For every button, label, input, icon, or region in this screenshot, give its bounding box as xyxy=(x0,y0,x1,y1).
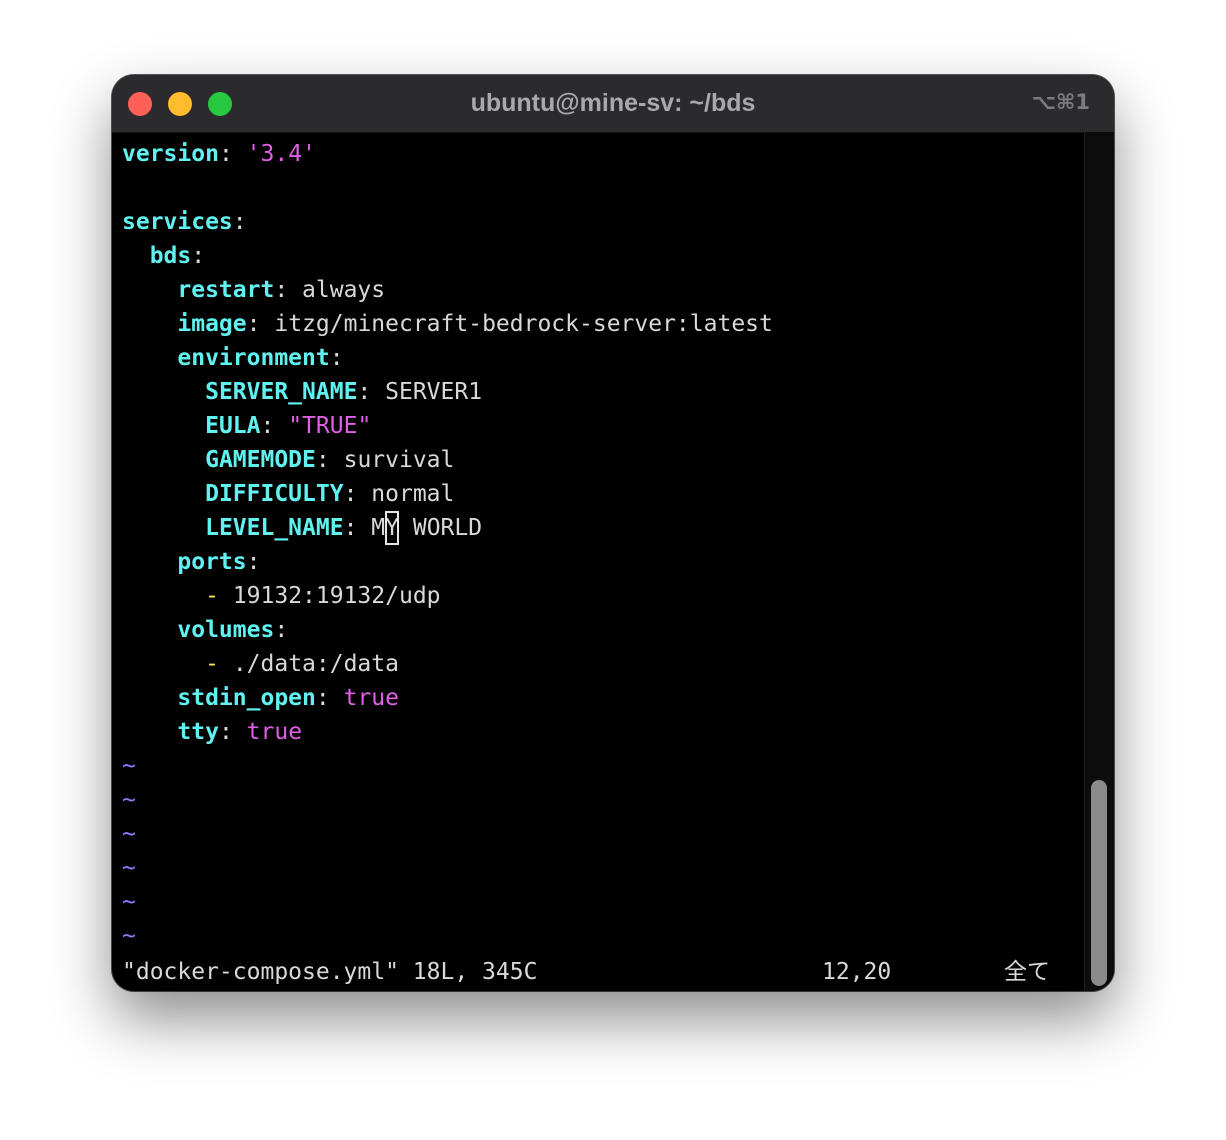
empty-line-marker: ~ xyxy=(122,855,136,881)
list-dash: - xyxy=(205,583,219,609)
editor-line-9: EULA: "TRUE" xyxy=(122,409,1082,443)
colon: : xyxy=(329,345,344,371)
editor-line-2 xyxy=(122,171,1082,205)
yaml-string: '3.4' xyxy=(246,141,316,167)
vim-status-line: "docker-compose.yml" 18L, 345C 12,20 全て xyxy=(122,955,1082,989)
yaml-key: stdin_open xyxy=(177,685,316,711)
colon: : xyxy=(357,379,372,405)
yaml-key: environment xyxy=(177,345,330,371)
colon: : xyxy=(218,719,233,745)
editor-line-13: ports: xyxy=(122,545,1082,579)
yaml-key: tty xyxy=(177,719,219,745)
colon: : xyxy=(343,481,358,507)
scrollbar-thumb[interactable] xyxy=(1091,780,1107,986)
editor-line-17: stdin_open: true xyxy=(122,681,1082,715)
list-dash: - xyxy=(205,651,219,677)
yaml-key: volumes xyxy=(177,617,275,643)
yaml-key: SERVER_NAME xyxy=(205,379,358,405)
yaml-key: services xyxy=(122,209,233,235)
empty-line-marker: ~ xyxy=(122,889,136,915)
editor-line-10: GAMEMODE: survival xyxy=(122,443,1082,477)
yaml-value: survival xyxy=(343,447,455,473)
empty-line-marker: ~ xyxy=(122,787,136,813)
editor-line-8: SERVER_NAME: SERVER1 xyxy=(122,375,1082,409)
editor-line-1: version: '3.4' xyxy=(122,137,1082,171)
yaml-value: M xyxy=(371,515,386,541)
terminal-window: ubuntu@mine-sv: ~/bds ⌥⌘1 version: '3.4'… xyxy=(112,75,1114,991)
yaml-value: ./data:/data xyxy=(232,651,399,677)
colon: : xyxy=(343,515,358,541)
yaml-key: restart xyxy=(177,277,275,303)
colon: : xyxy=(218,141,233,167)
editor-line-4: bds: xyxy=(122,239,1082,273)
empty-line-marker: ~ xyxy=(122,923,136,949)
editor-line-11: DIFFICULTY: normal xyxy=(122,477,1082,511)
editor-line-18: tty: true xyxy=(122,715,1082,749)
window-title: ubuntu@mine-sv: ~/bds xyxy=(470,89,756,117)
yaml-key: bds xyxy=(149,243,192,269)
yaml-key: GAMEMODE xyxy=(205,447,316,473)
colon: : xyxy=(191,243,206,269)
yaml-key: EULA xyxy=(205,413,261,439)
status-cursor-position: 12,20 xyxy=(822,959,892,985)
editor-line-5: restart: always xyxy=(122,273,1082,307)
window-shortcut: ⌥⌘1 xyxy=(1031,90,1090,114)
editor-line-14: - 19132:19132/udp xyxy=(122,579,1082,613)
colon: : xyxy=(274,617,289,643)
editor-line-6: image: itzg/minecraft-bedrock-server:lat… xyxy=(122,307,1082,341)
colon: : xyxy=(274,277,289,303)
editor-line-12: LEVEL_NAME: MY WORLD xyxy=(122,511,1082,545)
editor-line-16: - ./data:/data xyxy=(122,647,1082,681)
editor-line-7: environment: xyxy=(122,341,1082,375)
status-scroll-position: 全て xyxy=(1004,959,1050,985)
yaml-key: ports xyxy=(177,549,247,575)
yaml-value: itzg/minecraft-bedrock-server:latest xyxy=(274,311,773,337)
yaml-value: 19132:19132/udp xyxy=(232,583,441,609)
text-cursor: Y xyxy=(385,511,400,545)
colon: : xyxy=(260,413,275,439)
yaml-key: LEVEL_NAME xyxy=(205,515,344,541)
colon: : xyxy=(246,549,261,575)
colon: : xyxy=(246,311,261,337)
empty-line-marker: ~ xyxy=(122,821,136,847)
empty-line-marker: ~ xyxy=(122,753,136,779)
editor-line-15: volumes: xyxy=(122,613,1082,647)
yaml-bool: true xyxy=(246,719,303,745)
yaml-key: version xyxy=(122,141,219,167)
colon: : xyxy=(315,685,330,711)
colon: : xyxy=(232,209,247,235)
yaml-key: DIFFICULTY xyxy=(205,481,344,507)
yaml-value: always xyxy=(302,277,386,303)
editor-line-3: services: xyxy=(122,205,1082,239)
yaml-key: image xyxy=(177,311,247,337)
title-bar: ubuntu@mine-sv: ~/bds ⌥⌘1 xyxy=(112,75,1114,133)
yaml-string: "TRUE" xyxy=(288,413,372,439)
yaml-value: normal xyxy=(371,481,455,507)
yaml-bool: true xyxy=(343,685,399,711)
status-file-info: "docker-compose.yml" 18L, 345C xyxy=(122,959,538,985)
yaml-value: SERVER1 xyxy=(385,379,483,405)
colon: : xyxy=(315,447,330,473)
vim-editor[interactable]: version: '3.4' services: bds: restart: a… xyxy=(122,137,1082,953)
yaml-value: WORLD xyxy=(399,515,483,541)
